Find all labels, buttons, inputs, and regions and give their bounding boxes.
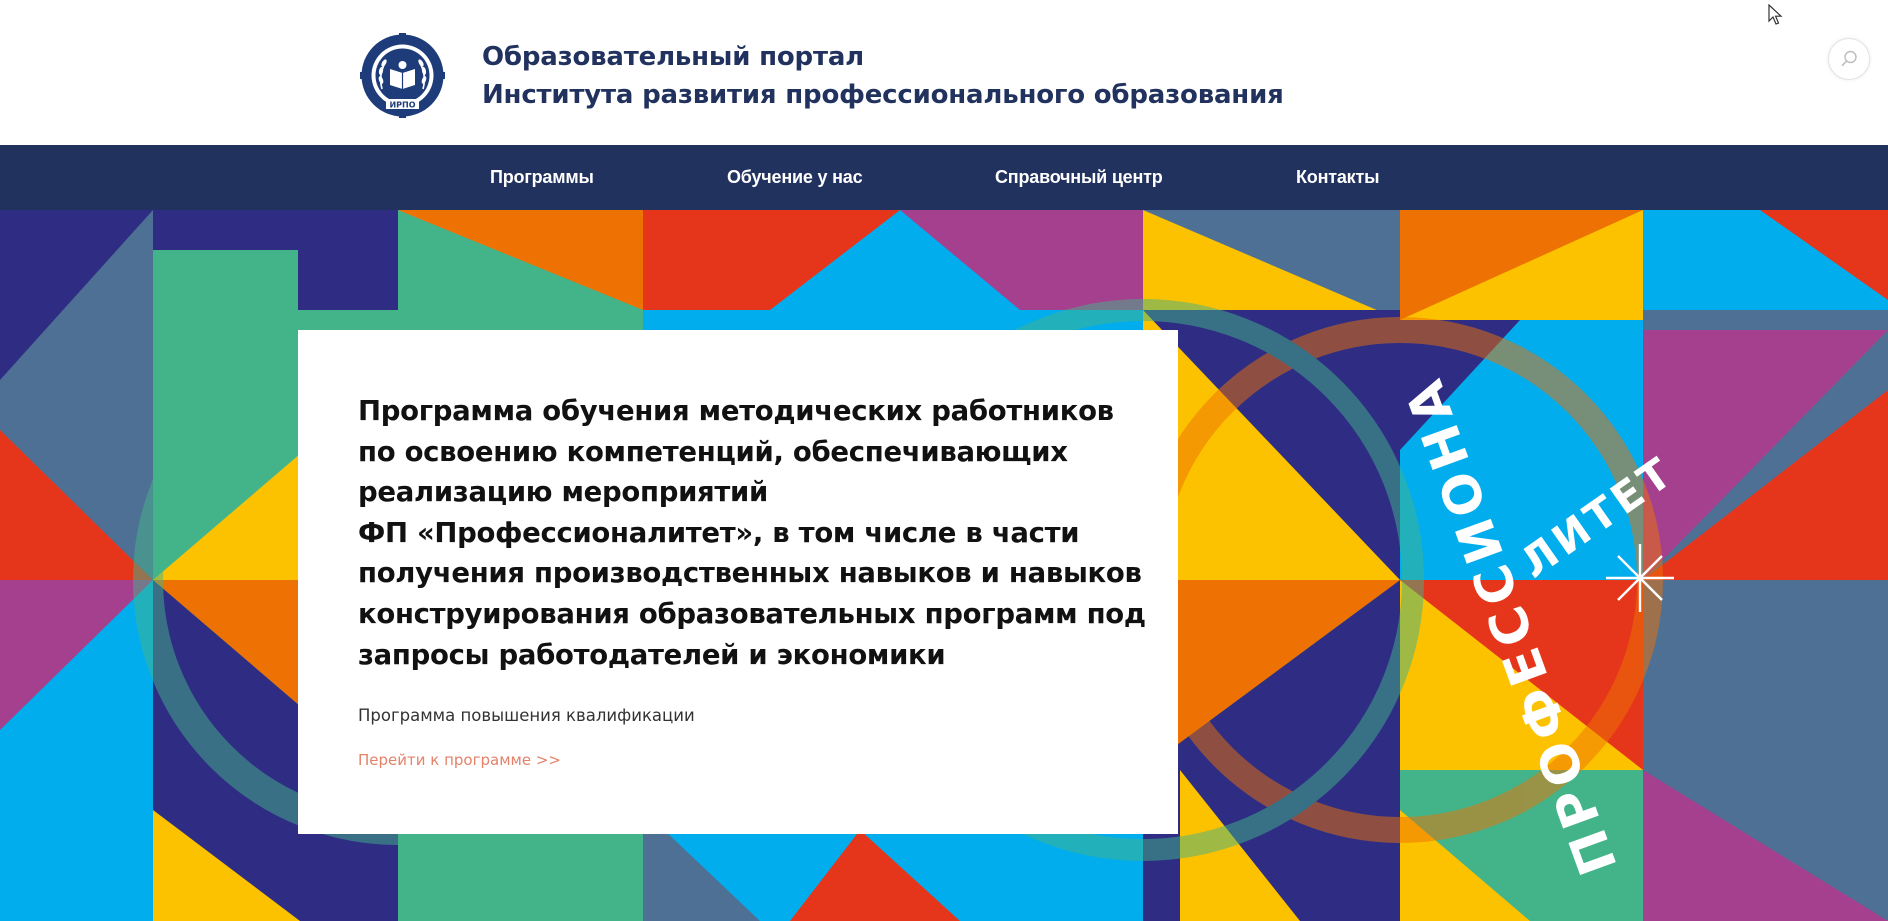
go-to-program-link[interactable]: Перейти к программе >> xyxy=(358,751,561,769)
search-button[interactable] xyxy=(1828,38,1870,80)
program-card: Программа обучения методических работник… xyxy=(298,330,1178,834)
nav-item-help-center[interactable]: Справочный центр xyxy=(995,145,1163,210)
header: ИРПО Образовательный портал Института ра… xyxy=(0,0,1888,145)
search-icon xyxy=(1841,50,1857,67)
program-title-line: конструирования образовательных программ… xyxy=(358,597,1146,630)
hero-banner: ПРОФЕССИОНА ЛИТЕТ Программа обучения мет… xyxy=(0,210,1888,921)
program-title-line: запросы работодателей и экономики xyxy=(358,638,946,671)
nav-item-study[interactable]: Обучение у нас xyxy=(727,145,863,210)
nav-item-contacts[interactable]: Контакты xyxy=(1296,145,1379,210)
program-title-line: по освоению компетенций, обеспечивающих xyxy=(358,435,1068,468)
program-type: Программа повышения квалификации xyxy=(358,706,695,725)
main-navigation: Программы Обучение у нас Справочный цент… xyxy=(0,145,1888,210)
program-title-line: Программа обучения методических работник… xyxy=(358,395,1114,427)
program-title: Программа обучения методических работник… xyxy=(358,391,1146,675)
program-title-line: реализацию мероприятий xyxy=(358,476,768,509)
site-title[interactable]: Образовательный портал Института развити… xyxy=(482,38,1284,114)
program-title-line: ФП «Профессионалитет», в том числе в час… xyxy=(358,516,1080,549)
site-title-line-2: Института развития профессионального обр… xyxy=(482,80,1284,110)
program-title-line: получения производственных навыков и нав… xyxy=(358,557,1142,590)
mouse-cursor-icon xyxy=(1768,4,1783,25)
site-title-line-1: Образовательный портал xyxy=(482,42,865,72)
irpo-logo[interactable]: ИРПО xyxy=(360,33,445,118)
logo-text: ИРПО xyxy=(389,101,415,110)
nav-item-programs[interactable]: Программы xyxy=(490,145,594,210)
